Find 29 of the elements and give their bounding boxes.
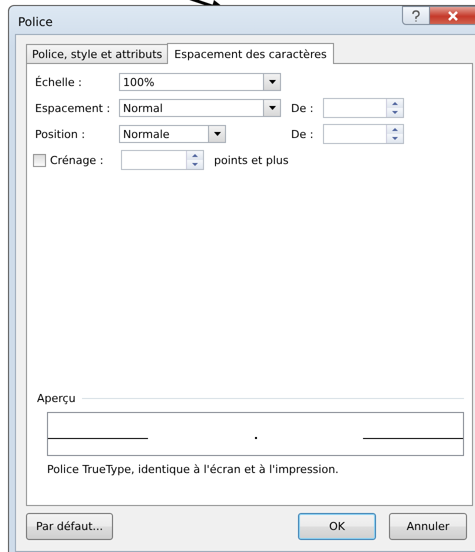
tab[interactable]: Espacement des caractères [167,43,334,64]
close-button[interactable] [430,6,475,25]
help-icon [411,10,421,22]
checkbox-label: Crénage : [50,154,104,166]
checkbox[interactable] [33,154,46,166]
field-label: De : [291,128,314,140]
dialog-button[interactable]: OK [298,513,376,540]
spin-field[interactable] [323,98,404,118]
window-title: Police [17,14,53,29]
section-title: Aperçu [37,392,76,405]
dropdown-arrow-icon [268,106,276,110]
font-info-text: Police TrueType, identique à l'écran et à l'impression. [47,463,340,478]
field-label: Échelle : [35,76,83,88]
help-button[interactable] [402,6,430,25]
dialog-button[interactable]: Annuler [389,513,467,540]
spin-field[interactable] [323,124,404,144]
dropdown[interactable]: 100% [119,73,281,91]
spin-field[interactable] [121,150,204,170]
dropdown-arrow-icon [268,80,276,84]
tab[interactable]: Police, style et attributs [26,44,168,63]
dropdown[interactable]: Normale [119,125,226,143]
dropdown-arrow-icon [214,132,220,136]
dropdown[interactable]: Normal [119,99,281,117]
field-label: De : [291,102,314,114]
close-icon [446,10,458,20]
field-label: Position : [35,128,86,140]
unit-label: points et plus [214,154,289,166]
dialog-button[interactable]: Par défaut... [26,513,113,540]
field-label: Espacement : [35,102,112,114]
